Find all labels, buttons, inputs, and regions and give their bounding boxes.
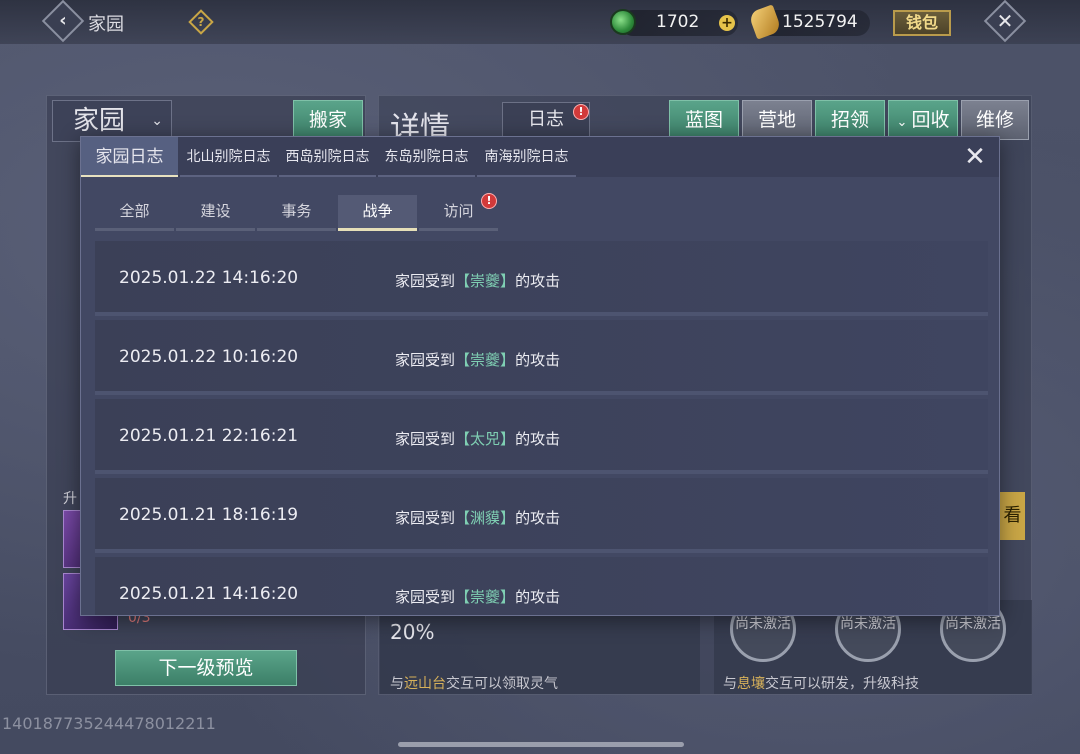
- home-select-label: 家园: [73, 106, 126, 136]
- log-tab-bar: 家园日志 北山别院日志 西岛别院日志 东岛别院日志 南海别院日志 ✕: [81, 137, 999, 177]
- log-entry: 2025.01.21 22:16:21 家园受到【太兕】的攻击: [95, 399, 988, 474]
- chevron-down-icon: ⌄: [151, 113, 163, 129]
- enemy-name: 太兕: [470, 430, 501, 448]
- tech-hint: 与息壤交互可以研发，升级科技: [723, 676, 919, 692]
- recycle-button[interactable]: ⌄ 回收: [888, 100, 958, 140]
- recycle-label: 回收: [911, 109, 950, 131]
- enemy-name: 渊貘: [470, 509, 501, 527]
- filter-all[interactable]: 全部: [95, 195, 174, 231]
- log-time: 2025.01.21 18:16:19: [119, 505, 299, 525]
- chevron-left-icon: ‹: [59, 10, 67, 31]
- enemy-name: 崇夔: [470, 588, 501, 606]
- tab-nanhai-log[interactable]: 南海别院日志: [477, 137, 576, 177]
- log-message: 家园受到【渊貘】的攻击: [395, 509, 561, 527]
- spirit-percent: 20%: [390, 620, 435, 644]
- log-message: 家园受到【太兕】的攻击: [395, 430, 561, 448]
- log-list[interactable]: 2025.01.22 14:16:20 家园受到【崇夔】的攻击 2025.01.…: [95, 241, 988, 615]
- notification-badge: !: [573, 104, 589, 120]
- log-time: 2025.01.21 14:16:20: [119, 584, 299, 604]
- close-icon[interactable]: ✕: [961, 143, 989, 171]
- tab-dongdao-log[interactable]: 东岛别院日志: [378, 137, 475, 177]
- wallet-button[interactable]: 钱包: [893, 10, 951, 36]
- spirit-hint: 与远山台交互可以领取灵气: [390, 676, 558, 692]
- enemy-name: 崇夔: [470, 351, 501, 369]
- filter-affairs[interactable]: 事务: [257, 195, 336, 231]
- chevron-down-icon: ⌄: [896, 115, 912, 130]
- upgrade-label: 升: [63, 491, 77, 507]
- notification-badge: !: [481, 193, 497, 209]
- home-log-dialog: 家园日志 北山别院日志 西岛别院日志 东岛别院日志 南海别院日志 ✕ 全部 建设…: [80, 136, 1000, 616]
- tab-home-log[interactable]: 家园日志: [81, 137, 178, 177]
- tab-xidao-log[interactable]: 西岛别院日志: [279, 137, 376, 177]
- page-title: 家园: [88, 14, 124, 35]
- home-indicator[interactable]: [398, 742, 684, 747]
- log-entry: 2025.01.21 14:16:20 家园受到【崇夔】的攻击: [95, 557, 988, 615]
- close-icon: ✕: [996, 9, 1014, 33]
- move-home-button[interactable]: 搬家: [293, 100, 363, 140]
- log-message: 家园受到【崇夔】的攻击: [395, 588, 561, 606]
- tab-beishan-log[interactable]: 北山别院日志: [180, 137, 277, 177]
- repair-button[interactable]: 维修: [961, 100, 1029, 140]
- filter-war[interactable]: 战争: [338, 195, 417, 231]
- enemy-name: 崇夔: [470, 272, 501, 290]
- view-button[interactable]: 看: [1000, 492, 1025, 540]
- gold-amount: 1525794: [782, 12, 858, 32]
- log-entry: 2025.01.22 10:16:20 家园受到【崇夔】的攻击: [95, 320, 988, 395]
- next-level-preview-button[interactable]: 下一级预览: [115, 650, 297, 686]
- log-message: 家园受到【崇夔】的攻击: [395, 351, 561, 369]
- add-jade-icon[interactable]: +: [719, 15, 735, 31]
- log-time: 2025.01.22 10:16:20: [119, 347, 299, 367]
- jade-amount: 1702: [656, 12, 700, 32]
- log-message: 家园受到【崇夔】的攻击: [395, 272, 561, 290]
- log-entry: 2025.01.22 14:16:20 家园受到【崇夔】的攻击: [95, 241, 988, 316]
- jade-icon: [610, 9, 636, 35]
- filter-build[interactable]: 建设: [176, 195, 255, 231]
- recruit-button[interactable]: 招领: [815, 100, 885, 140]
- log-time: 2025.01.21 22:16:21: [119, 426, 299, 446]
- blueprint-button[interactable]: 蓝图: [669, 100, 739, 140]
- log-entry: 2025.01.21 18:16:19 家园受到【渊貘】的攻击: [95, 478, 988, 553]
- user-id: 1401877352444780122​11: [2, 714, 216, 733]
- camp-button[interactable]: 营地: [742, 100, 812, 140]
- log-time: 2025.01.22 14:16:20: [119, 268, 299, 288]
